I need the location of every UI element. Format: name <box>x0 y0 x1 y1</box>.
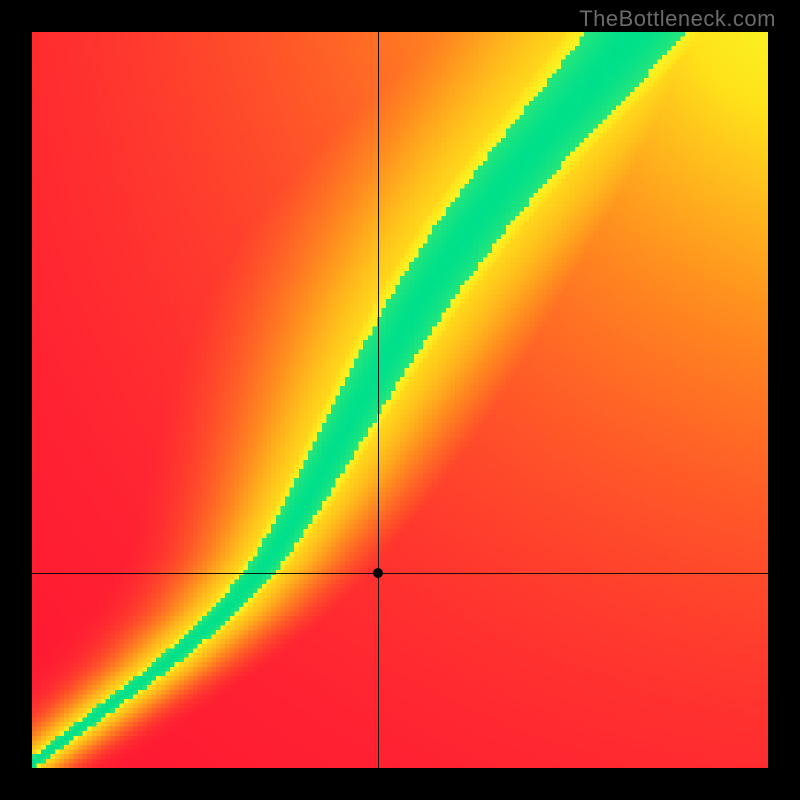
watermark-text: TheBottleneck.com <box>579 6 776 32</box>
heatmap-canvas <box>32 32 768 768</box>
chart-container: TheBottleneck.com <box>0 0 800 800</box>
heatmap-plot <box>32 32 768 768</box>
